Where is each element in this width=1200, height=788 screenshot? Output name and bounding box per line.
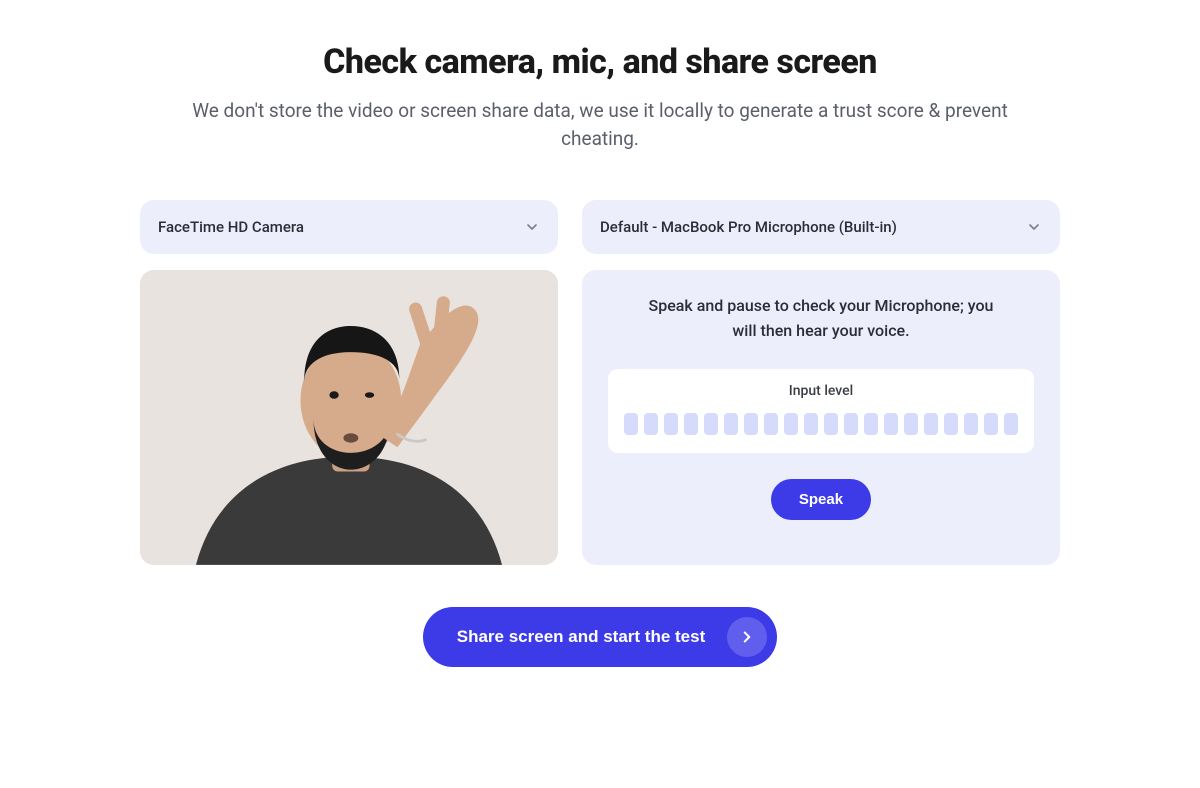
input-level-label: Input level	[789, 383, 853, 399]
chevron-down-icon	[1026, 219, 1042, 235]
level-bar	[964, 413, 978, 435]
level-bar	[884, 413, 898, 435]
input-level-meter	[624, 413, 1018, 435]
share-screen-start-button[interactable]: Share screen and start the test	[423, 607, 777, 667]
level-bar	[764, 413, 778, 435]
level-bar	[844, 413, 858, 435]
level-bar	[904, 413, 918, 435]
chevron-down-icon	[524, 219, 540, 235]
page-title: Check camera, mic, and share screen	[140, 42, 1060, 83]
level-bar	[644, 413, 658, 435]
camera-column: FaceTime HD Camera	[140, 200, 558, 565]
level-bar	[704, 413, 718, 435]
input-level-card: Input level	[608, 369, 1034, 453]
speak-button[interactable]: Speak	[771, 479, 871, 520]
mic-select[interactable]: Default - MacBook Pro Microphone (Built-…	[582, 200, 1060, 254]
level-bar	[744, 413, 758, 435]
camera-select[interactable]: FaceTime HD Camera	[140, 200, 558, 254]
mic-panel: Speak and pause to check your Microphone…	[582, 270, 1060, 565]
level-bar	[824, 413, 838, 435]
level-bar	[804, 413, 818, 435]
camera-preview	[140, 270, 558, 565]
camera-select-value: FaceTime HD Camera	[158, 218, 524, 236]
level-bar	[944, 413, 958, 435]
mic-instruction: Speak and pause to check your Microphone…	[641, 294, 1001, 344]
level-bar	[864, 413, 878, 435]
chevron-right-icon	[727, 617, 767, 657]
level-bar	[684, 413, 698, 435]
level-bar	[624, 413, 638, 435]
level-bar	[924, 413, 938, 435]
level-bar	[724, 413, 738, 435]
page-subtitle: We don't store the video or screen share…	[160, 97, 1040, 154]
level-bar	[984, 413, 998, 435]
level-bar	[664, 413, 678, 435]
mic-column: Default - MacBook Pro Microphone (Built-…	[582, 200, 1060, 565]
mic-select-value: Default - MacBook Pro Microphone (Built-…	[600, 218, 1026, 236]
start-button-label: Share screen and start the test	[457, 627, 705, 647]
level-bar	[1004, 413, 1018, 435]
level-bar	[784, 413, 798, 435]
